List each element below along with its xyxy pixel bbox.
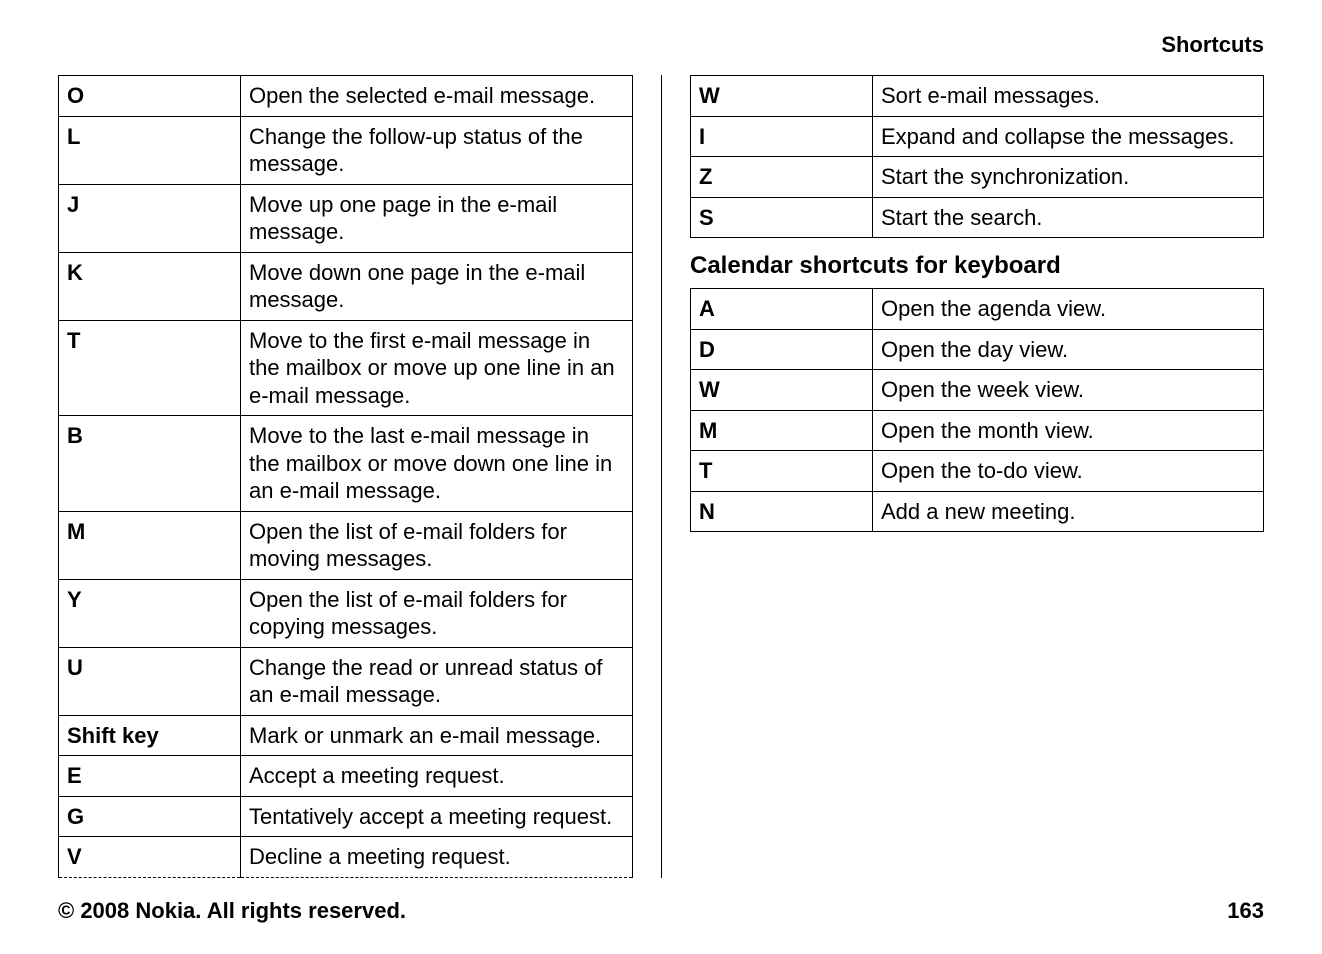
shortcut-desc: Decline a meeting request.: [241, 837, 633, 878]
shortcut-key: M: [59, 511, 241, 579]
shortcut-key: S: [691, 197, 873, 238]
shortcut-key: T: [691, 451, 873, 492]
shortcut-key: A: [691, 289, 873, 330]
shortcut-key: B: [59, 416, 241, 512]
shortcut-desc: Move down one page in the e-mail message…: [241, 252, 633, 320]
shortcut-desc: Open the list of e-mail folders for copy…: [241, 579, 633, 647]
table-row: N Add a new meeting.: [691, 491, 1264, 532]
shortcut-key: Z: [691, 157, 873, 198]
shortcut-key: W: [691, 370, 873, 411]
shortcut-key: L: [59, 116, 241, 184]
shortcut-desc: Move to the first e-mail message in the …: [241, 320, 633, 416]
shortcut-key: K: [59, 252, 241, 320]
page-footer: © 2008 Nokia. All rights reserved. 163: [58, 898, 1264, 924]
page-number: 163: [1227, 898, 1264, 924]
shortcut-key: G: [59, 796, 241, 837]
shortcut-key: Y: [59, 579, 241, 647]
shortcut-key: W: [691, 76, 873, 117]
shortcut-key: O: [59, 76, 241, 117]
shortcut-key: U: [59, 647, 241, 715]
shortcut-desc: Open the day view.: [873, 329, 1264, 370]
left-column: O Open the selected e-mail message. L Ch…: [58, 75, 661, 878]
calendar-shortcuts-table: A Open the agenda view. D Open the day v…: [690, 288, 1264, 532]
shortcut-desc: Open the week view.: [873, 370, 1264, 411]
shortcut-key: V: [59, 837, 241, 878]
table-row: W Open the week view.: [691, 370, 1264, 411]
table-row: V Decline a meeting request.: [59, 837, 633, 878]
table-row: T Move to the first e-mail message in th…: [59, 320, 633, 416]
shortcut-desc: Open the agenda view.: [873, 289, 1264, 330]
shortcut-desc: Start the search.: [873, 197, 1264, 238]
shortcut-desc: Open the month view.: [873, 410, 1264, 451]
table-row: A Open the agenda view.: [691, 289, 1264, 330]
shortcut-key: E: [59, 756, 241, 797]
shortcut-desc: Mark or unmark an e-mail message.: [241, 715, 633, 756]
table-row: O Open the selected e-mail message.: [59, 76, 633, 117]
table-row: U Change the read or unread status of an…: [59, 647, 633, 715]
shortcut-desc: Open the selected e-mail message.: [241, 76, 633, 117]
table-row: K Move down one page in the e-mail messa…: [59, 252, 633, 320]
shortcut-desc: Add a new meeting.: [873, 491, 1264, 532]
shortcut-desc: Open the to-do view.: [873, 451, 1264, 492]
shortcut-key: T: [59, 320, 241, 416]
shortcut-key: Shift key: [59, 715, 241, 756]
table-row: Y Open the list of e-mail folders for co…: [59, 579, 633, 647]
content-columns: O Open the selected e-mail message. L Ch…: [58, 75, 1264, 878]
table-row: T Open the to-do view.: [691, 451, 1264, 492]
section-header: Shortcuts: [1161, 32, 1264, 58]
shortcut-key: D: [691, 329, 873, 370]
page: Shortcuts O Open the selected e-mail mes…: [0, 0, 1322, 954]
shortcut-desc: Tentatively accept a meeting request.: [241, 796, 633, 837]
shortcut-desc: Move to the last e-mail message in the m…: [241, 416, 633, 512]
table-row: J Move up one page in the e-mail message…: [59, 184, 633, 252]
table-row: M Open the list of e-mail folders for mo…: [59, 511, 633, 579]
shortcut-desc: Change the follow-up status of the messa…: [241, 116, 633, 184]
shortcut-key: M: [691, 410, 873, 451]
shortcut-desc: Move up one page in the e-mail message.: [241, 184, 633, 252]
table-row: E Accept a meeting request.: [59, 756, 633, 797]
shortcut-desc: Sort e-mail messages.: [873, 76, 1264, 117]
shortcut-desc: Start the synchronization.: [873, 157, 1264, 198]
email-shortcuts-table: O Open the selected e-mail message. L Ch…: [58, 75, 633, 878]
table-row: I Expand and collapse the messages.: [691, 116, 1264, 157]
shortcut-key: I: [691, 116, 873, 157]
shortcut-desc: Expand and collapse the messages.: [873, 116, 1264, 157]
right-column: W Sort e-mail messages. I Expand and col…: [661, 75, 1264, 878]
shortcut-key: J: [59, 184, 241, 252]
shortcut-desc: Change the read or unread status of an e…: [241, 647, 633, 715]
table-row: L Change the follow-up status of the mes…: [59, 116, 633, 184]
table-row: G Tentatively accept a meeting request.: [59, 796, 633, 837]
table-row: W Sort e-mail messages.: [691, 76, 1264, 117]
table-row: Shift key Mark or unmark an e-mail messa…: [59, 715, 633, 756]
table-row: D Open the day view.: [691, 329, 1264, 370]
table-row: S Start the search.: [691, 197, 1264, 238]
shortcut-key: N: [691, 491, 873, 532]
shortcut-desc: Accept a meeting request.: [241, 756, 633, 797]
table-row: B Move to the last e-mail message in the…: [59, 416, 633, 512]
email-shortcuts-table-2: W Sort e-mail messages. I Expand and col…: [690, 75, 1264, 238]
copyright-text: © 2008 Nokia. All rights reserved.: [58, 898, 406, 924]
table-row: Z Start the synchronization.: [691, 157, 1264, 198]
calendar-section-title: Calendar shortcuts for keyboard: [690, 252, 1264, 280]
shortcut-desc: Open the list of e-mail folders for movi…: [241, 511, 633, 579]
table-row: M Open the month view.: [691, 410, 1264, 451]
